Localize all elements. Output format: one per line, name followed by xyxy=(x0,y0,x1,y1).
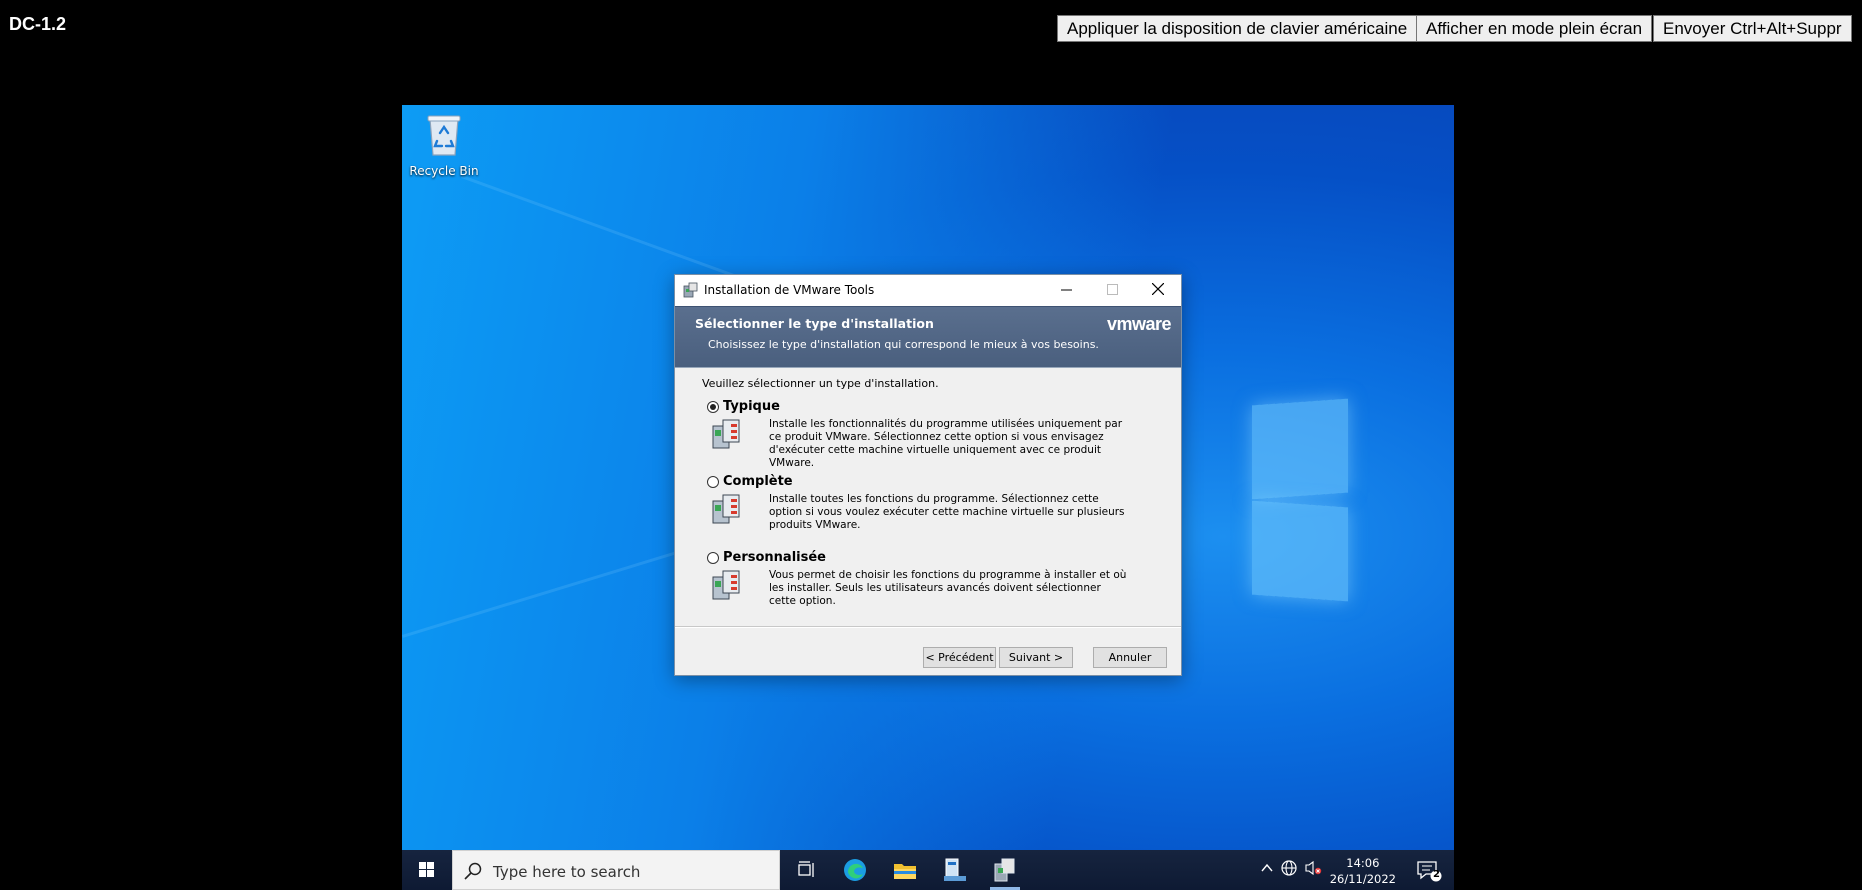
edge-taskbar-button[interactable] xyxy=(840,856,870,884)
vmware-logo: vmware xyxy=(1106,314,1172,334)
windows-start-icon xyxy=(419,862,434,877)
taskbar-search-box[interactable]: Type here to search xyxy=(452,850,780,890)
system-tray: 14:06 26/11/2022 2 xyxy=(1252,850,1454,890)
clock-date: 26/11/2022 xyxy=(1329,872,1396,886)
option-custom-label[interactable]: Personnalisée xyxy=(723,550,826,565)
vm-name: DC-1.2 xyxy=(9,14,67,34)
folder-icon xyxy=(894,864,916,879)
edge-icon xyxy=(844,859,866,881)
ctrl-alt-del-button[interactable]: Envoyer Ctrl+Alt+Suppr xyxy=(1653,15,1852,42)
option-typical-label[interactable]: Typique xyxy=(723,399,780,414)
radio-typical[interactable] xyxy=(707,400,719,413)
radio-custom[interactable] xyxy=(707,551,719,564)
installer-app-icon xyxy=(994,858,1015,882)
network-icon[interactable] xyxy=(1280,859,1298,881)
option-custom-description: Vous permet de choisir les fonctions du … xyxy=(769,569,1127,607)
maximize-icon xyxy=(1106,284,1118,295)
start-button[interactable] xyxy=(402,850,452,890)
install-type-prompt: Veuillez sélectionner un type d'installa… xyxy=(702,377,939,390)
taskbar: Type here to search 14:06 26/11/2022 2 xyxy=(402,850,1454,890)
notification-center-button[interactable]: 2 xyxy=(1416,859,1442,887)
option-complete[interactable]: Complète Installe toutes les fonctions d… xyxy=(707,474,1147,531)
search-icon xyxy=(463,861,483,886)
maximize-button xyxy=(1089,275,1135,306)
minimize-button[interactable] xyxy=(1043,275,1089,306)
volume-muted-icon[interactable] xyxy=(1304,860,1322,880)
package-icon xyxy=(711,493,743,529)
task-view-icon xyxy=(798,861,814,877)
dialog-header: Sélectionner le type d'installation Choi… xyxy=(675,306,1181,368)
notification-count-badge: 2 xyxy=(1433,869,1440,880)
option-typical[interactable]: Typique Installe les fonctionnalités du … xyxy=(707,399,1147,469)
option-complete-label[interactable]: Complète xyxy=(723,474,793,489)
radio-complete[interactable] xyxy=(707,475,719,488)
clock-time: 14:06 xyxy=(1346,856,1380,870)
footer-divider xyxy=(675,626,1181,628)
vm-screen[interactable]: Recycle Bin Installation de VMware Tools xyxy=(402,105,1454,890)
option-custom[interactable]: Personnalisée Vous permet de choisir les… xyxy=(707,550,1147,607)
recycle-bin-shortcut[interactable]: Recycle Bin xyxy=(404,111,484,178)
close-button[interactable] xyxy=(1135,275,1181,306)
file-explorer-taskbar-button[interactable] xyxy=(890,856,920,884)
close-icon xyxy=(1151,282,1165,296)
installer-app-icon xyxy=(683,282,699,302)
server-manager-icon xyxy=(944,858,966,881)
header-title: Sélectionner le type d'installation xyxy=(695,316,934,331)
dialog-content: Veuillez sélectionner un type d'installa… xyxy=(675,368,1181,668)
option-typical-description: Installe les fonctionnalités du programm… xyxy=(769,418,1123,469)
package-icon xyxy=(711,418,743,454)
back-button[interactable]: < Précédent xyxy=(923,647,996,668)
cancel-button[interactable]: Annuler xyxy=(1093,647,1167,668)
dialog-title: Installation de VMware Tools xyxy=(704,283,875,297)
fullscreen-button[interactable]: Afficher en mode plein écran xyxy=(1416,15,1653,42)
vmware-tools-setup-dialog: Installation de VMware Tools Sélectionne… xyxy=(674,274,1182,676)
option-complete-description: Installe toutes les fonctions du program… xyxy=(769,493,1125,531)
minimize-icon xyxy=(1060,289,1072,291)
task-view-button[interactable] xyxy=(792,856,822,884)
vmware-installer-taskbar-button[interactable] xyxy=(990,856,1020,884)
server-manager-taskbar-button[interactable] xyxy=(940,856,970,884)
recycle-bin-label: Recycle Bin xyxy=(409,164,479,178)
package-icon xyxy=(711,569,743,605)
header-subtitle: Choisissez le type d'installation qui co… xyxy=(708,338,1099,351)
dialog-titlebar[interactable]: Installation de VMware Tools xyxy=(675,275,1181,306)
recycle-bin-icon xyxy=(427,115,461,156)
taskbar-clock[interactable]: 14:06 26/11/2022 xyxy=(1330,855,1396,887)
us-keyboard-button[interactable]: Appliquer la disposition de clavier amér… xyxy=(1057,15,1418,42)
chevron-up-icon[interactable] xyxy=(1260,860,1274,879)
search-placeholder: Type here to search xyxy=(493,863,641,881)
next-button[interactable]: Suivant > xyxy=(999,647,1073,668)
